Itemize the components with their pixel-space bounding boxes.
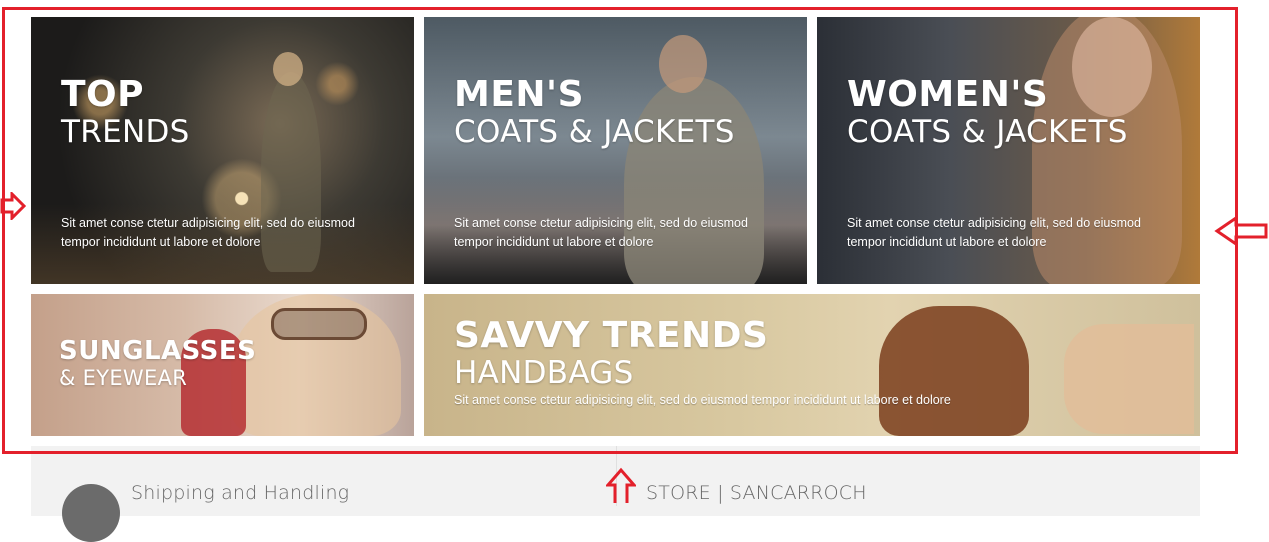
banner-title: SUNGLASSES & EYEWEAR <box>59 336 257 390</box>
banner-womens-coats[interactable]: WOMEN'S COATS & JACKETS Sit amet conse c… <box>817 17 1200 284</box>
banner-title: MEN'S COATS & JACKETS <box>454 74 735 150</box>
banner-sunglasses[interactable]: SUNGLASSES & EYEWEAR <box>31 294 414 436</box>
banner-title: TOP TRENDS <box>61 74 190 150</box>
banner-mens-coats[interactable]: MEN'S COATS & JACKETS Sit amet conse cte… <box>424 17 807 284</box>
banner-description: Sit amet conse ctetur adipisicing elit, … <box>454 393 951 407</box>
banner-title: WOMEN'S COATS & JACKETS <box>847 74 1128 150</box>
banner-handbags[interactable]: SAVVY TRENDS HANDBAGS Sit amet conse cte… <box>424 294 1200 436</box>
model-head <box>273 52 303 86</box>
banner-top-trends[interactable]: TOP TRENDS Sit amet conse ctetur adipisi… <box>31 17 414 284</box>
banner-title: SAVVY TRENDS HANDBAGS <box>454 315 769 391</box>
arm-shape <box>1064 324 1194 434</box>
banner-description: Sit amet conse ctetur adipisicing elit, … <box>61 216 355 249</box>
banner-description: Sit amet conse ctetur adipisicing elit, … <box>454 216 748 249</box>
arrow-right-icon <box>0 192 26 220</box>
store-title[interactable]: STORE | SANCARROCH <box>646 482 867 504</box>
arrow-left-icon <box>1214 216 1268 246</box>
banner-description: Sit amet conse ctetur adipisicing elit, … <box>847 216 1141 249</box>
shipping-circle-icon <box>62 484 120 542</box>
handbag-shape <box>879 306 1029 436</box>
shipping-title[interactable]: Shipping and Handling <box>131 482 349 504</box>
arrow-up-icon <box>606 467 636 503</box>
sunglasses-shape <box>271 308 367 340</box>
